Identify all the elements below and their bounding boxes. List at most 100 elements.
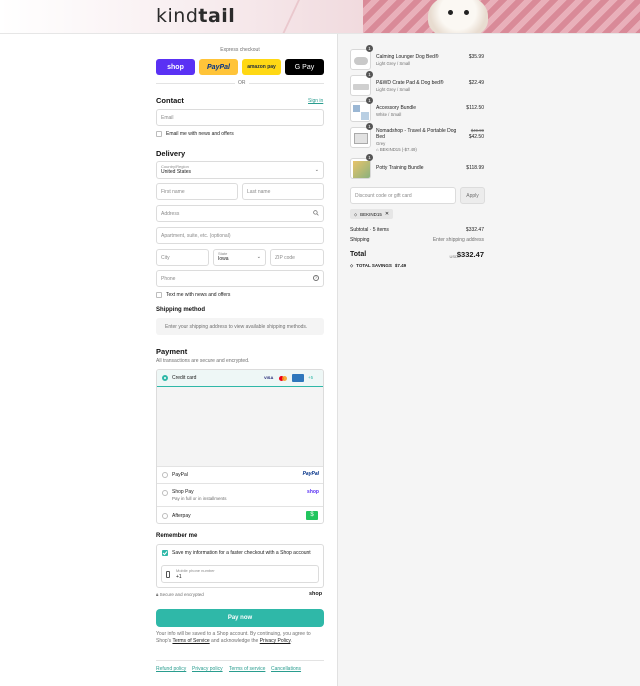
sign-in-link[interactable]: Sign in <box>308 98 323 104</box>
discount-code-placeholder: Discount code or gift card <box>355 192 412 199</box>
mobile-phone-value: +1 <box>176 574 182 580</box>
afterpay-option[interactable]: Afterpay $ <box>157 506 323 523</box>
apartment-placeholder: Apartment, suite, etc. (optional) <box>161 232 231 239</box>
text-news-checkbox[interactable] <box>156 292 162 298</box>
total-savings: ⬦ TOTAL SAVINGS $7.49 <box>350 263 406 268</box>
total-savings-value: $7.49 <box>394 263 407 268</box>
more-cards-count: +5 <box>308 375 314 380</box>
payment-options: Credit card VISA +5 PayPal PayPal Shop P… <box>156 369 324 524</box>
visa-icon: VISA <box>264 375 274 380</box>
afterpay-radio[interactable] <box>162 513 168 519</box>
shop-pay-radio[interactable] <box>162 490 168 496</box>
shop-pay-option[interactable]: Shop Pay Pay in full or in installments … <box>157 483 323 506</box>
close-icon[interactable]: ✕ <box>385 211 389 217</box>
dog-image <box>428 0 488 33</box>
credit-card-option[interactable]: Credit card VISA +5 <box>157 370 323 387</box>
discount-code-field[interactable]: Discount code or gift card <box>350 187 456 204</box>
total-savings-label: TOTAL SAVINGS <box>356 263 392 268</box>
email-news-checkbox[interactable] <box>156 131 162 137</box>
email-news-label: Email me with news and offers <box>166 131 234 137</box>
item-price: $22.49 <box>468 80 484 86</box>
item-price: $118.99 <box>466 165 484 171</box>
shipping-notice-text: Enter your shipping address to view avai… <box>165 323 308 330</box>
shop-logo: shop <box>307 489 319 495</box>
shipping-method-heading: Shipping method <box>156 307 205 313</box>
tag-icon: ⬦ <box>354 211 358 217</box>
paypal-button[interactable]: PayPal <box>199 59 238 75</box>
city-field[interactable]: City <box>156 249 209 266</box>
pay-now-button[interactable]: Pay now <box>156 609 324 627</box>
country-select[interactable]: Country/Region United States ⌄ <box>156 161 324 179</box>
mobile-icon <box>166 571 170 578</box>
terms-of-service-footer-link[interactable]: Terms of service <box>229 666 265 672</box>
amex-icon <box>292 374 304 382</box>
help-icon[interactable]: ? <box>313 275 319 281</box>
paypal-radio[interactable] <box>162 472 168 478</box>
lock-icon: 🔒︎ <box>156 592 159 597</box>
zip-field[interactable]: ZIP code <box>270 249 324 266</box>
item-discount: ⌂ BEKIND15 (-$7.49) <box>376 147 417 152</box>
payment-heading: Payment <box>156 347 188 356</box>
state-select[interactable]: State Iowa ⌄ <box>213 249 266 266</box>
cancellations-link[interactable]: Cancellations <box>271 666 301 672</box>
terms-of-service-link[interactable]: Terms of Service <box>172 638 209 644</box>
item-variant: Light Grey / Small <box>376 87 411 92</box>
item-variant: White / Small <box>376 112 402 117</box>
subtotal-value: $332.47 <box>465 227 484 233</box>
first-name-field[interactable]: First name <box>156 183 238 200</box>
amazon-pay-button[interactable]: amazon pay <box>242 59 281 75</box>
tag-icon: ⬦ <box>350 263 354 268</box>
save-info-label: Save my information for a faster checkou… <box>172 550 311 556</box>
search-icon <box>313 210 319 218</box>
paypal-logo: PayPal <box>302 471 319 477</box>
item-variant: Grey <box>376 141 386 146</box>
mobile-phone-field[interactable]: Mobile phone number +1 <box>161 565 319 583</box>
save-info-checkbox[interactable] <box>162 550 168 556</box>
shop-pay-button[interactable]: shop <box>156 59 195 75</box>
logo-text-bold: tail <box>198 5 236 27</box>
apartment-field[interactable]: Apartment, suite, etc. (optional) <box>156 227 324 244</box>
secure-note-text: Secure and encrypted <box>159 592 204 597</box>
logo[interactable]: kindtail <box>156 5 235 27</box>
shop-pay-subtitle: Pay in full or in installments <box>172 496 227 501</box>
mobile-phone-label: Mobile phone number <box>176 568 215 573</box>
header-decoration <box>282 0 368 33</box>
pay-now-label: Pay now <box>227 615 253 621</box>
total-label: Total <box>350 251 367 258</box>
last-name-field[interactable]: Last name <box>242 183 324 200</box>
mastercard-icon <box>278 375 289 382</box>
remember-me-heading: Remember me <box>156 533 198 539</box>
terms-text-3: . <box>290 638 292 644</box>
item-name: Accessory Bundle <box>376 105 417 111</box>
product-thumbnail <box>350 75 371 96</box>
amazon-pay-button-label: amazon pay <box>247 64 276 70</box>
paypal-option[interactable]: PayPal PayPal <box>157 466 323 483</box>
zip-placeholder: ZIP code <box>275 254 295 261</box>
privacy-policy-link[interactable]: Privacy Policy <box>260 638 291 644</box>
country-value: United States <box>161 169 192 175</box>
shipping-notice: Enter your shipping address to view avai… <box>156 318 324 335</box>
payment-subtitle: All transactions are secure and encrypte… <box>156 358 250 364</box>
apply-button[interactable]: Apply <box>460 187 485 204</box>
apply-button-label: Apply <box>466 192 479 199</box>
refund-policy-link[interactable]: Refund policy <box>156 666 186 672</box>
address-field[interactable]: Address <box>156 205 324 222</box>
phone-field[interactable]: Phone ? <box>156 270 324 287</box>
credit-card-radio[interactable] <box>162 375 168 381</box>
or-text: OR <box>235 80 249 86</box>
google-pay-button[interactable]: G Pay <box>285 59 324 75</box>
shop-pay-button-label: shop <box>167 63 184 71</box>
express-checkout-label: Express checkout <box>220 47 260 53</box>
email-field[interactable]: Email <box>156 109 324 126</box>
text-news-label: Text me with news and offers <box>166 292 231 298</box>
city-placeholder: City <box>161 254 170 261</box>
shop-logo-small: shop <box>309 591 323 597</box>
quantity-badge: 1 <box>366 97 373 104</box>
google-pay-button-label: G Pay <box>294 63 315 71</box>
paypal-button-label: PayPal <box>207 63 230 71</box>
product-thumbnail <box>350 127 371 148</box>
item-name: Calming Lounger Dog Bed® <box>376 54 439 60</box>
privacy-policy-footer-link[interactable]: Privacy policy <box>192 666 223 672</box>
product-thumbnail <box>350 49 371 70</box>
afterpay-label: Afterpay <box>172 513 191 519</box>
